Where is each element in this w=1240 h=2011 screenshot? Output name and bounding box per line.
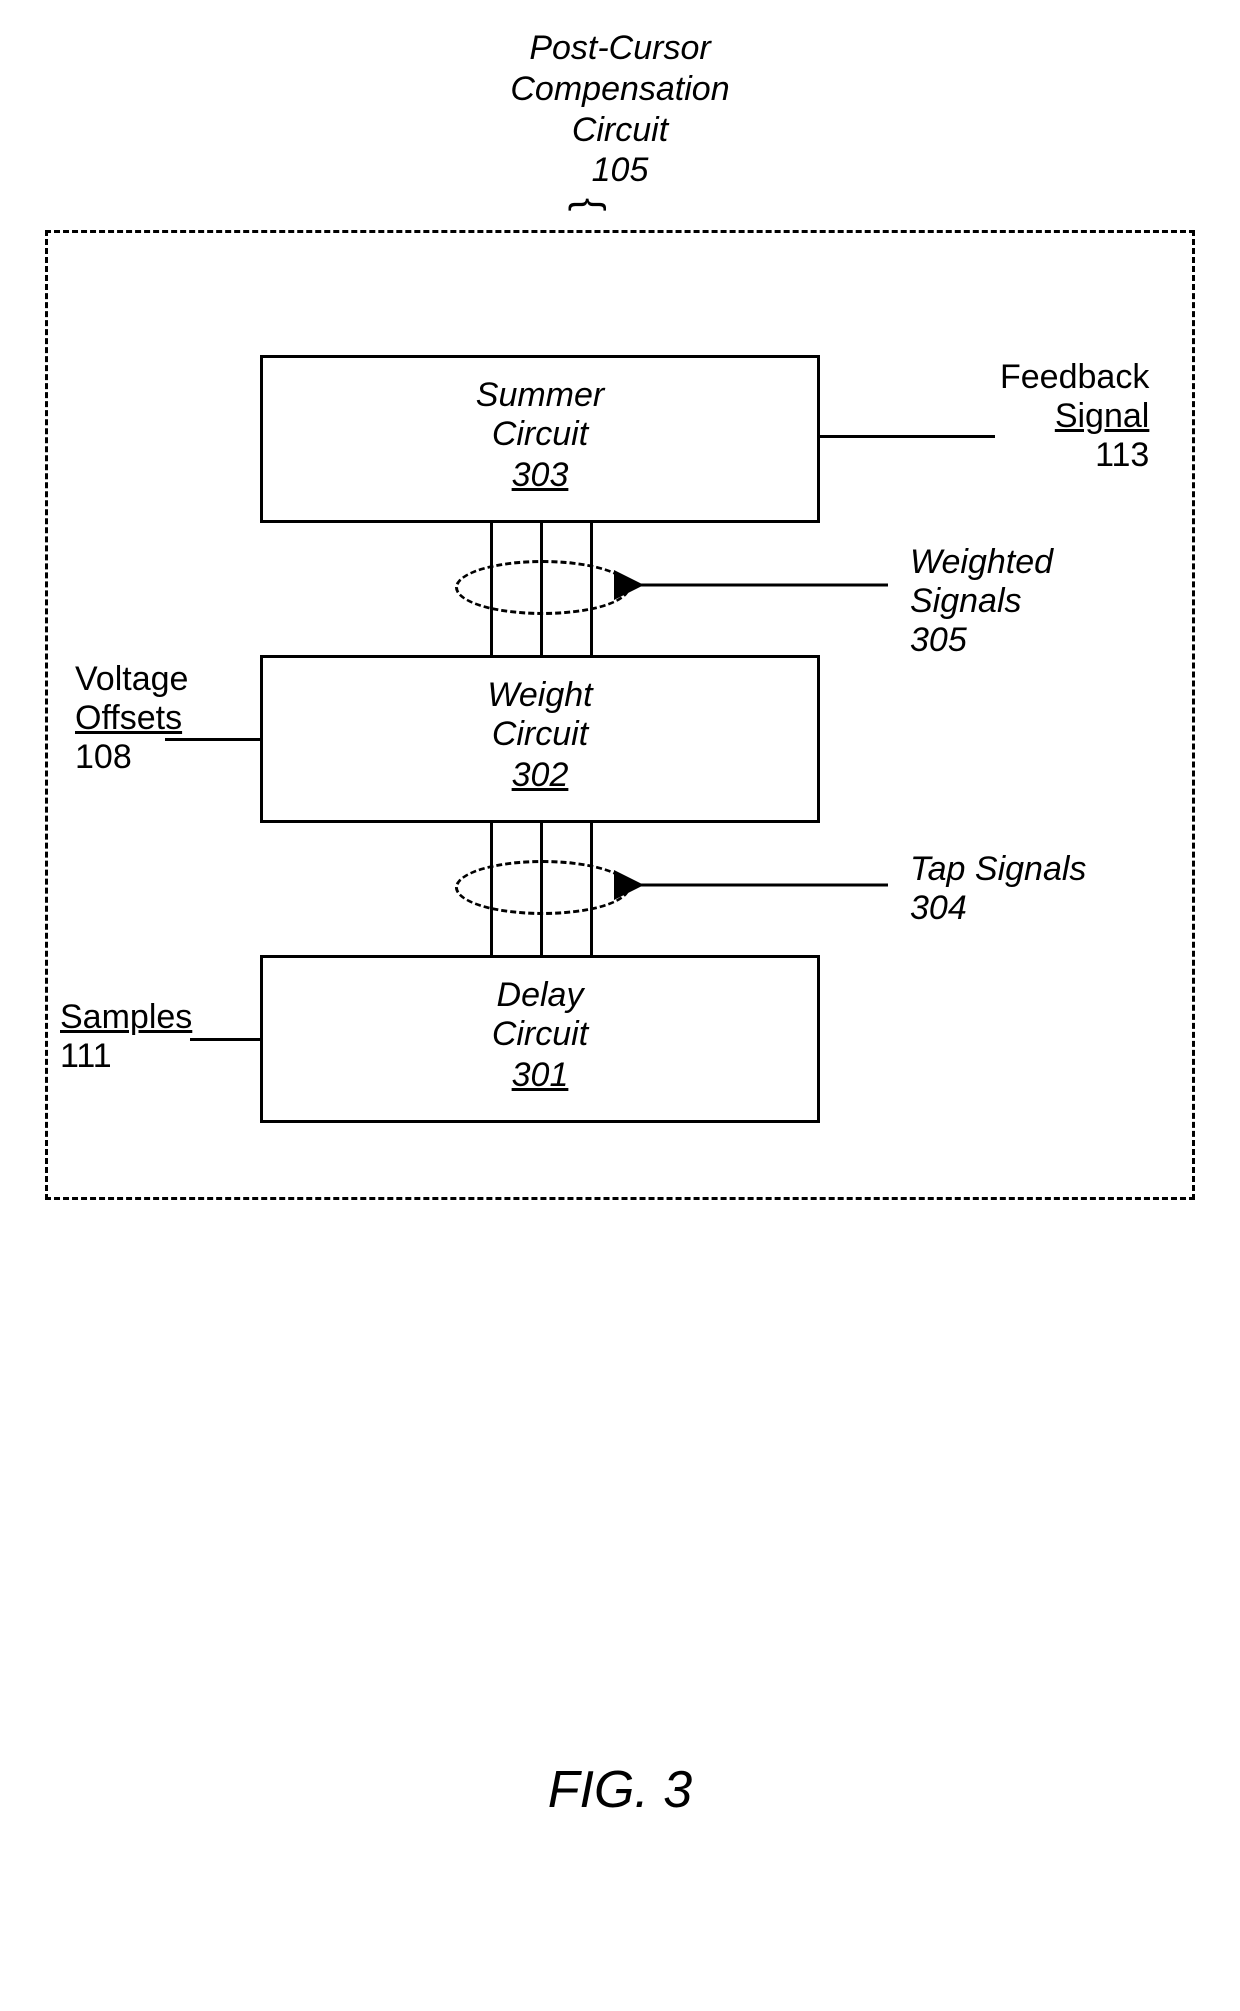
title-block: Post-Cursor Compensation Circuit 105	[0, 28, 1240, 191]
label-voltage-line2: Offsets	[75, 699, 188, 738]
page: Post-Cursor Compensation Circuit 105 { S…	[0, 0, 1240, 2011]
label-weighted: Weighted Signals 305	[910, 543, 1053, 660]
curly-brace-icon: {	[570, 198, 610, 211]
ellipse-tap	[455, 860, 630, 915]
label-feedback-line1: Feedback	[1000, 358, 1149, 397]
arrow-tap	[628, 870, 888, 900]
label-tap: Tap Signals 304	[910, 850, 1086, 928]
label-weighted-line2: Signals	[910, 582, 1053, 621]
label-weighted-num: 305	[910, 621, 1053, 660]
wire-samples	[190, 1038, 260, 1041]
label-voltage-line1: Voltage	[75, 660, 188, 699]
label-samples-line1: Samples	[60, 998, 192, 1037]
label-tap-line1: Tap Signals	[910, 850, 1086, 889]
arrow-weighted	[628, 570, 888, 600]
figure-caption: FIG. 3	[0, 1760, 1240, 1820]
label-voltage-num: 108	[75, 738, 188, 777]
label-tap-num: 304	[910, 889, 1086, 928]
block-weight-line2: Circuit	[263, 715, 817, 754]
label-samples-num: 111	[60, 1037, 192, 1076]
wire-feedback	[820, 435, 995, 438]
label-samples: Samples 111	[60, 998, 192, 1076]
block-delay-line1: Delay	[263, 976, 817, 1015]
block-delay-line2: Circuit	[263, 1015, 817, 1054]
title-line1: Post-Cursor	[0, 28, 1240, 69]
title-line2: Compensation	[0, 69, 1240, 110]
block-weight-line1: Weight	[263, 676, 817, 715]
block-delay: Delay Circuit 301	[260, 955, 820, 1123]
label-feedback: Feedback Signal 113	[1000, 358, 1149, 475]
block-weight-num: 302	[263, 756, 817, 795]
block-summer: Summer Circuit 303	[260, 355, 820, 523]
block-weight: Weight Circuit 302	[260, 655, 820, 823]
label-feedback-num: 113	[1000, 436, 1149, 475]
title-line3: Circuit	[0, 110, 1240, 151]
block-delay-num: 301	[263, 1056, 817, 1095]
block-summer-line2: Circuit	[263, 415, 817, 454]
block-summer-num: 303	[263, 456, 817, 495]
title-num: 105	[0, 150, 1240, 191]
label-feedback-line2: Signal	[1000, 397, 1149, 436]
label-voltage: Voltage Offsets 108	[75, 660, 188, 777]
label-weighted-line1: Weighted	[910, 543, 1053, 582]
block-summer-line1: Summer	[263, 376, 817, 415]
ellipse-weighted	[455, 560, 630, 615]
